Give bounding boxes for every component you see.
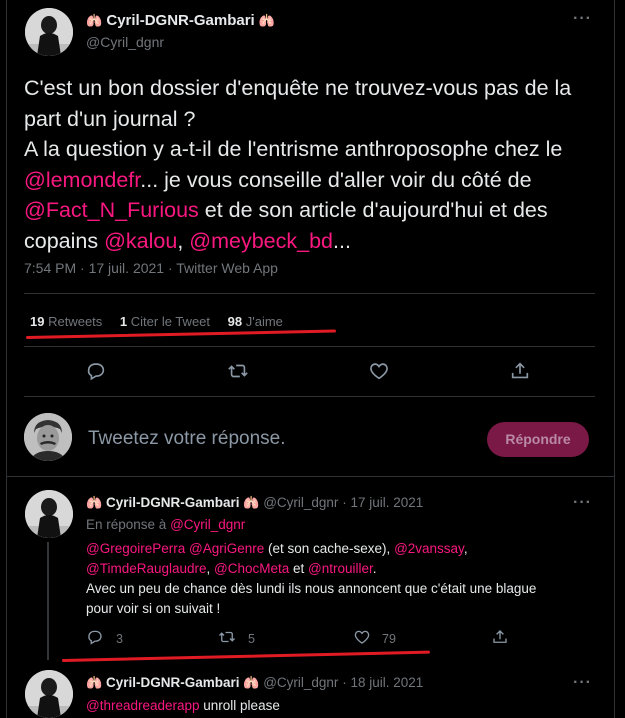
author-avatar[interactable] bbox=[25, 8, 73, 56]
lungs-emoji-icon: 🫁 bbox=[86, 13, 103, 28]
in-reply-to-handle[interactable]: @Cyril_dgnr bbox=[170, 517, 245, 532]
mention-lemondefr[interactable]: @lemondefr bbox=[24, 168, 140, 192]
mention-meybeck-bd[interactable]: @meybeck_bd bbox=[189, 229, 333, 253]
mention-chocmeta[interactable]: @ChocMeta bbox=[214, 561, 289, 576]
tweet-stats: 19 Retweets 1 Citer le Tweet 98 J'aime bbox=[30, 314, 297, 329]
mention-gregoireperra[interactable]: @GregoirePerra bbox=[86, 541, 185, 556]
avatar-hooded-figure-icon bbox=[25, 490, 73, 538]
reply-author-avatar[interactable] bbox=[25, 670, 73, 718]
quotes-stat[interactable]: 1 Citer le Tweet bbox=[120, 314, 210, 329]
reply-author-handle[interactable]: @Cyril_dgnr bbox=[263, 495, 338, 510]
in-reply-to: En réponse à @Cyril_dgnr bbox=[86, 517, 246, 532]
mention-2vanssay[interactable]: @2vanssay bbox=[394, 541, 464, 556]
divider bbox=[24, 346, 595, 347]
divider bbox=[24, 396, 595, 397]
reply-count: 3 bbox=[116, 632, 123, 646]
share-icon[interactable] bbox=[509, 360, 531, 382]
red-underline-annotation bbox=[25, 329, 336, 339]
mention-kalou[interactable]: @kalou bbox=[104, 229, 177, 253]
reply-author-avatar[interactable] bbox=[25, 490, 73, 538]
author-handle[interactable]: @Cyril_dgnr bbox=[86, 34, 164, 50]
mention-ntrouiller[interactable]: @ntrouiller bbox=[308, 561, 373, 576]
reply-button[interactable]: Répondre bbox=[487, 422, 589, 457]
heart-icon[interactable] bbox=[353, 628, 371, 646]
reply-text: @GregoirePerra @AgriGenre (et son cache-… bbox=[86, 541, 537, 616]
reply-header: 🫁 Cyril-DGNR-Gambari 🫁 @Cyril_dgnr · 18 … bbox=[86, 675, 424, 690]
reply-author-name[interactable]: 🫁 Cyril-DGNR-Gambari 🫁 bbox=[86, 675, 259, 690]
lungs-emoji-icon: 🫁 bbox=[86, 675, 103, 690]
reply-date[interactable]: 18 juil. 2021 bbox=[350, 675, 423, 690]
mention-agrigenre[interactable]: @AgriGenre bbox=[189, 541, 264, 556]
tweet-text: C'est un bon dossier d'enquête ne trouve… bbox=[24, 73, 609, 256]
more-options-icon[interactable]: ··· bbox=[573, 674, 592, 692]
heart-icon[interactable] bbox=[368, 360, 390, 382]
reply-text: @threadreaderapp unroll please bbox=[86, 698, 280, 713]
author-name[interactable]: 🫁 Cyril-DGNR-Gambari 🫁 bbox=[86, 12, 275, 29]
tweet-paragraph-1: C'est un bon dossier d'enquête ne trouve… bbox=[24, 76, 572, 131]
avatar-hooded-figure-icon bbox=[25, 8, 73, 56]
divider bbox=[6, 476, 615, 477]
lungs-emoji-icon: 🫁 bbox=[258, 13, 276, 28]
tweet-timestamp[interactable]: 7:54 PM · 17 juil. 2021 · Twitter Web Ap… bbox=[24, 260, 278, 276]
retweet-count: 5 bbox=[248, 632, 255, 646]
lungs-emoji-icon: 🫁 bbox=[86, 495, 103, 510]
red-underline-annotation bbox=[61, 650, 430, 662]
avatar-hooded-figure-icon bbox=[25, 670, 73, 718]
more-options-icon[interactable]: ··· bbox=[573, 494, 592, 512]
share-icon[interactable] bbox=[491, 628, 509, 646]
reply-author-handle[interactable]: @Cyril_dgnr bbox=[263, 675, 338, 690]
like-count: 79 bbox=[382, 632, 396, 646]
lungs-emoji-icon: 🫁 bbox=[243, 675, 260, 690]
timeline-border-right bbox=[614, 0, 615, 718]
reply-author-name[interactable]: 🫁 Cyril-DGNR-Gambari 🫁 bbox=[86, 495, 259, 510]
tweet-actions bbox=[0, 360, 625, 384]
divider bbox=[24, 293, 595, 294]
retweet-icon[interactable] bbox=[218, 628, 236, 646]
retweet-icon[interactable] bbox=[227, 360, 249, 382]
tweet-paragraph-2: A la question y a-t-il de l'entrisme ant… bbox=[24, 137, 563, 253]
lungs-emoji-icon: 🫁 bbox=[243, 495, 260, 510]
reply-date[interactable]: 17 juil. 2021 bbox=[350, 495, 423, 510]
mention-timderauglaudre[interactable]: @TimdeRauglaudre bbox=[86, 561, 207, 576]
my-avatar[interactable] bbox=[24, 413, 72, 461]
reply-input[interactable]: Tweetez votre réponse. bbox=[88, 428, 286, 450]
reply-actions: 3 5 79 bbox=[0, 628, 625, 648]
reply-header: 🫁 Cyril-DGNR-Gambari 🫁 @Cyril_dgnr · 17 … bbox=[86, 495, 424, 510]
reply-icon[interactable] bbox=[86, 628, 104, 646]
more-options-icon[interactable]: ··· bbox=[573, 10, 592, 28]
reply-icon[interactable] bbox=[85, 360, 107, 382]
timeline-border-left bbox=[6, 0, 7, 718]
retweets-stat[interactable]: 19 Retweets bbox=[30, 314, 102, 329]
avatar-portrait-icon bbox=[24, 413, 72, 461]
mention-fact-n-furious[interactable]: @Fact_N_Furious bbox=[24, 198, 199, 222]
mention-threadreaderapp[interactable]: @threadreaderapp bbox=[86, 698, 200, 713]
likes-stat[interactable]: 98 J'aime bbox=[228, 314, 283, 329]
